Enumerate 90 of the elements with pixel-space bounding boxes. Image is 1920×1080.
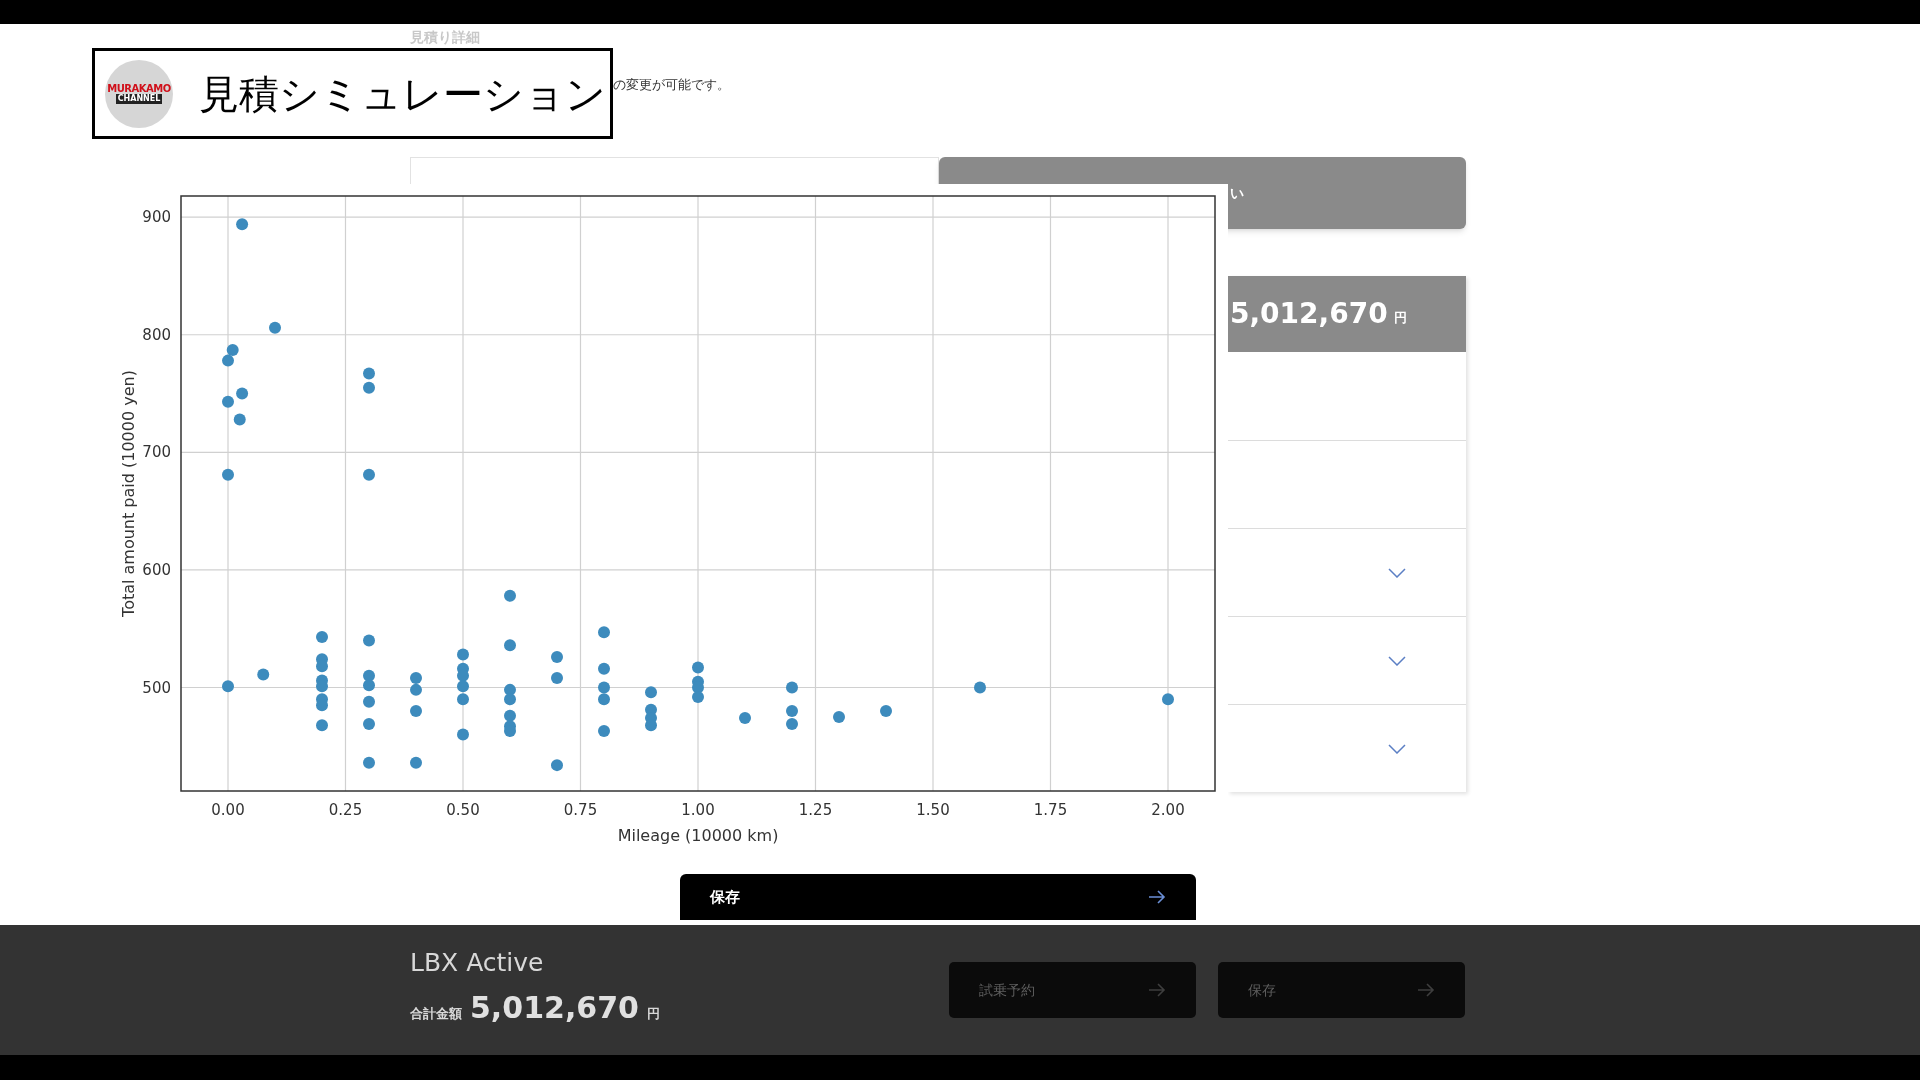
- y-tick-label: 500: [142, 678, 171, 697]
- data-point: [504, 725, 516, 738]
- x-tick-label: 1.25: [798, 801, 833, 819]
- logo-text: CHANNEL: [115, 93, 163, 104]
- data-point: [645, 686, 657, 699]
- save-button[interactable]: 保存: [680, 874, 1196, 920]
- data-point: [457, 680, 469, 693]
- logo-text: MURAKAMO: [107, 83, 171, 94]
- data-point: [363, 756, 375, 769]
- x-tick-label: 0.50: [446, 801, 480, 819]
- y-axis-label: Total amount paid (10000 yen): [119, 370, 138, 617]
- data-point: [316, 699, 328, 712]
- total-amount: 5,012,670: [470, 989, 639, 1027]
- y-tick-label: 700: [142, 443, 171, 462]
- data-point: [645, 719, 657, 732]
- model-name: LBX Active: [410, 950, 545, 975]
- data-point: [410, 672, 422, 685]
- data-point: [222, 468, 234, 481]
- data-point: [551, 650, 563, 663]
- price-amount: 5,012,670: [1230, 296, 1388, 332]
- data-point: [363, 695, 375, 708]
- input-field[interactable]: [410, 157, 939, 184]
- y-tick-label: 600: [142, 560, 171, 579]
- page-description: の変更が可能です。: [613, 78, 731, 91]
- x-axis-label: Mileage (10000 km): [617, 826, 779, 845]
- y-tick-label: 900: [142, 208, 171, 227]
- data-point: [410, 756, 422, 769]
- data-point: [786, 681, 798, 694]
- data-point: [504, 709, 516, 722]
- data-point: [316, 630, 328, 643]
- data-point: [598, 626, 610, 639]
- data-point: [457, 728, 469, 741]
- arrow-right-icon: [1417, 983, 1435, 997]
- data-point: [222, 680, 234, 693]
- data-point: [692, 661, 704, 674]
- data-point: [316, 660, 328, 673]
- data-point: [363, 381, 375, 394]
- data-point: [504, 683, 516, 696]
- data-point: [236, 387, 249, 400]
- data-point: [598, 693, 610, 706]
- data-point: [410, 683, 422, 696]
- data-point: [257, 668, 270, 681]
- data-point: [504, 589, 516, 602]
- arrow-right-icon: [1148, 983, 1166, 997]
- x-tick-label: 2.00: [1151, 801, 1185, 819]
- data-point: [222, 354, 234, 367]
- data-point: [236, 218, 249, 231]
- x-tick-label: 0.75: [563, 801, 598, 819]
- data-point: [457, 648, 469, 661]
- x-tick-label: 1.00: [681, 801, 715, 819]
- data-point: [786, 717, 798, 730]
- total-unit: 円: [646, 1005, 660, 1023]
- data-point: [457, 669, 469, 682]
- x-tick-label: 0.25: [328, 801, 363, 819]
- data-point: [457, 693, 469, 706]
- data-point: [363, 634, 375, 647]
- data-point: [222, 395, 234, 408]
- data-point: [739, 712, 751, 725]
- page-title: 見積シミュレーション: [199, 73, 606, 114]
- data-point: [551, 759, 563, 772]
- data-point: [269, 321, 281, 334]
- data-point: [833, 710, 845, 723]
- data-point: [598, 681, 610, 694]
- data-point: [363, 468, 375, 481]
- data-point: [410, 705, 422, 718]
- total-label: 合計金額: [410, 1005, 462, 1023]
- data-point: [786, 705, 798, 718]
- panel-header-text: い: [1230, 183, 1244, 203]
- data-point: [692, 690, 704, 703]
- price-unit: 円: [1393, 309, 1407, 328]
- x-tick-label: 0.00: [211, 801, 245, 819]
- data-point: [880, 705, 892, 718]
- data-point: [363, 367, 375, 380]
- data-point: [598, 725, 610, 738]
- data-point: [598, 662, 610, 675]
- data-point: [1162, 693, 1174, 706]
- data-point: [316, 680, 328, 693]
- y-tick-label: 800: [142, 325, 171, 344]
- x-tick-label: 1.50: [916, 801, 950, 819]
- data-point: [363, 717, 375, 730]
- data-point: [363, 679, 375, 692]
- arrow-right-icon: [1148, 890, 1166, 904]
- data-point: [226, 344, 239, 357]
- data-point: [316, 719, 328, 732]
- data-point: [974, 681, 986, 694]
- data-point: [551, 672, 563, 685]
- data-point: [504, 693, 516, 706]
- data-point: [233, 413, 246, 426]
- data-point: [504, 639, 516, 652]
- x-tick-label: 1.75: [1033, 801, 1068, 819]
